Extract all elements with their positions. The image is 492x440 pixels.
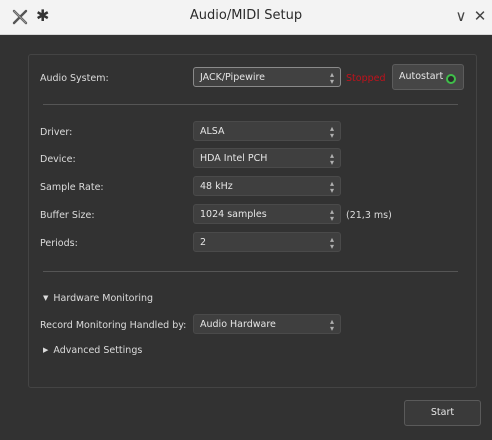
spin-arrows-icon: ▴ ▾ [329,317,334,333]
record-monitoring-select[interactable]: Audio Hardware ▴ ▾ [193,314,341,334]
start-label: Start [430,407,455,418]
status-stopped: Stopped [346,73,386,84]
audio-system-select[interactable]: JACK/Pipewire ▴ ▾ [193,67,341,87]
sample-rate-label: Sample Rate: [40,182,104,193]
close-button[interactable]: ✕ [471,6,489,26]
sample-rate-select[interactable]: 48 kHz ▴ ▾ [193,176,341,196]
start-button[interactable]: Start [404,400,481,426]
hardware-monitoring-toggle[interactable]: ▼ Hardware Monitoring [43,293,153,304]
spin-arrows-icon: ▴ ▾ [329,207,334,223]
minimize-button[interactable]: ∨ [452,6,470,26]
buffer-size-label: Buffer Size: [40,210,95,221]
buffer-size-select[interactable]: 1024 samples ▴ ▾ [193,204,341,224]
periods-value: 2 [200,237,207,248]
driver-label: Driver: [40,127,73,138]
window-title: Audio/MIDI Setup [189,8,303,23]
autostart-label: Autostart [399,71,444,82]
separator [43,104,458,105]
hardware-monitoring-title: Hardware Monitoring [53,293,154,304]
record-monitoring-label: Record Monitoring Handled by: [40,320,187,331]
buffer-latency: (21,3 ms) [346,210,392,221]
expanded-triangle-icon: ▼ [43,294,49,302]
periods-select[interactable]: 2 ▴ ▾ [193,232,341,252]
collapsed-triangle-icon: ▶ [43,346,49,354]
spin-arrows-icon: ▴ ▾ [329,151,334,167]
audio-midi-setup-window: ✱ Audio/MIDI Setup ∨ ✕ Audio System: JAC… [0,0,492,440]
sample-rate-value: 48 kHz [200,181,233,192]
driver-select[interactable]: ALSA ▴ ▾ [193,121,341,141]
record-monitoring-value: Audio Hardware [200,319,276,330]
spin-arrows-icon: ▴ ▾ [329,235,334,251]
periods-label: Periods: [40,238,78,249]
led-indicator-icon [446,74,456,84]
driver-value: ALSA [200,126,225,137]
buffer-size-value: 1024 samples [200,209,267,220]
audio-system-label: Audio System: [40,73,109,84]
spin-arrows-icon: ▴ ▾ [329,70,334,86]
title-bar: ✱ Audio/MIDI Setup ∨ ✕ [0,0,492,35]
device-label: Device: [40,154,76,165]
advanced-settings-title: Advanced Settings [53,345,143,356]
separator [43,271,458,272]
device-select[interactable]: HDA Intel PCH ▴ ▾ [193,148,341,168]
audio-system-value: JACK/Pipewire [200,72,266,83]
autostart-button[interactable]: Autostart [392,64,464,90]
spin-arrows-icon: ▴ ▾ [329,179,334,195]
advanced-settings-toggle[interactable]: ▶ Advanced Settings [43,345,142,356]
spin-arrows-icon: ▴ ▾ [329,124,334,140]
device-value: HDA Intel PCH [200,153,268,164]
